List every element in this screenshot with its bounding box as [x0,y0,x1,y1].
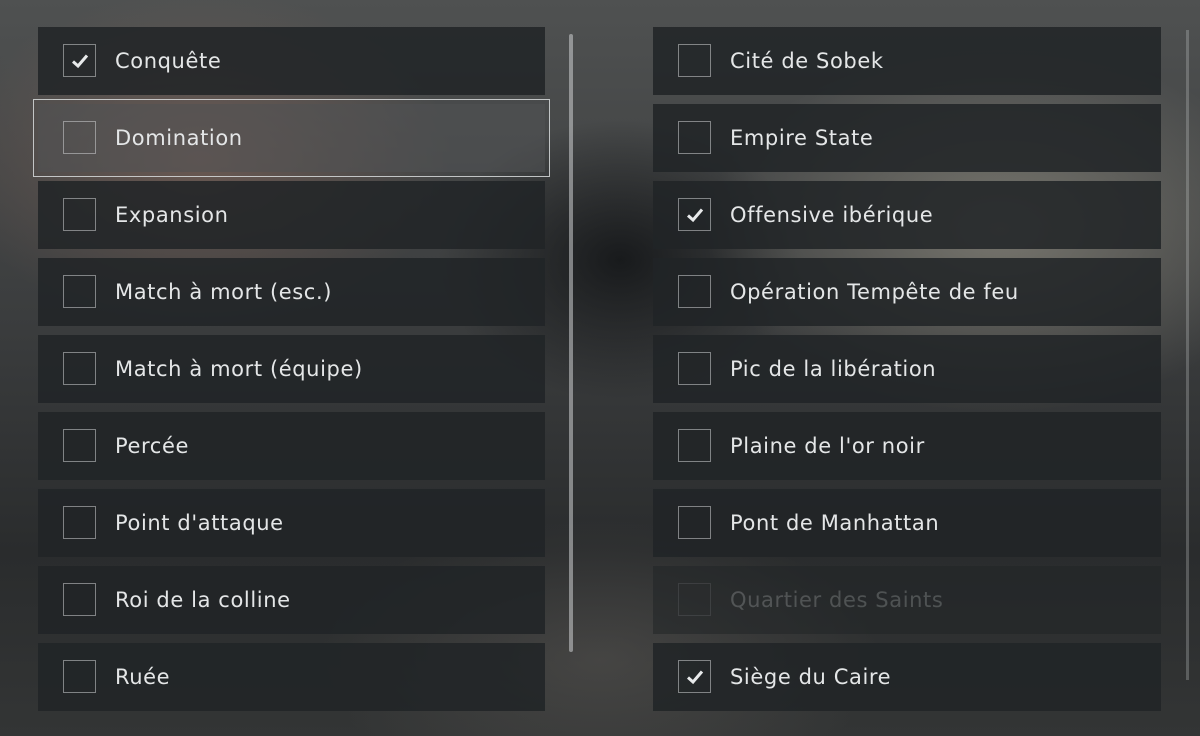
checkmark-icon [686,670,703,684]
map-row[interactable]: Cité de Sobek [653,27,1161,95]
checkbox-icon[interactable] [678,44,711,77]
checkbox-icon[interactable] [63,506,96,539]
game-mode-label: Conquête [115,49,222,73]
map-row[interactable]: Opération Tempête de feu [653,258,1161,326]
map-list: Cité de Sobek Empire State Offensive ibé… [653,27,1161,720]
game-mode-row[interactable]: Domination [33,99,550,177]
game-mode-list: Conquête Domination Expansion Match à mo… [33,27,550,720]
game-mode-row[interactable]: Match à mort (équipe) [38,335,545,403]
map-label: Offensive ibérique [730,203,934,227]
checkbox-icon[interactable] [63,121,96,154]
game-mode-row[interactable]: Match à mort (esc.) [38,258,545,326]
game-mode-row[interactable]: Expansion [38,181,545,249]
panel-edge-divider [1186,30,1189,680]
map-row[interactable]: Offensive ibérique [653,181,1161,249]
game-mode-row[interactable]: Roi de la colline [38,566,545,634]
game-mode-row[interactable]: Conquête [38,27,545,95]
list-scrollbar[interactable] [569,34,573,652]
map-row[interactable]: Plaine de l'or noir [653,412,1161,480]
map-label: Plaine de l'or noir [730,434,925,458]
checkbox-icon [678,583,711,616]
checkbox-icon[interactable] [678,506,711,539]
game-mode-label: Expansion [115,203,229,227]
checkbox-icon[interactable] [678,429,711,462]
checkbox-icon[interactable] [678,275,711,308]
game-mode-label: Percée [115,434,189,458]
map-row[interactable]: Pont de Manhattan [653,489,1161,557]
map-row: Quartier des Saints [653,566,1161,634]
game-mode-label: Domination [115,126,243,150]
game-mode-row[interactable]: Ruée [38,643,545,711]
checkmark-icon [686,208,703,222]
map-label: Opération Tempête de feu [730,280,1019,304]
checkbox-icon[interactable] [63,275,96,308]
game-mode-label: Match à mort (esc.) [115,280,333,304]
checkbox-icon[interactable] [678,198,711,231]
map-row[interactable]: Siège du Caire [653,643,1161,711]
checkmark-icon [71,54,88,68]
game-mode-label: Point d'attaque [115,511,284,535]
checkbox-icon[interactable] [63,352,96,385]
checkbox-icon[interactable] [678,660,711,693]
game-mode-label: Roi de la colline [115,588,291,612]
map-row[interactable]: Empire State [653,104,1161,172]
map-label: Empire State [730,126,874,150]
checkbox-icon[interactable] [63,44,96,77]
checkbox-icon[interactable] [63,429,96,462]
checkbox-icon[interactable] [678,352,711,385]
map-label: Cité de Sobek [730,49,884,73]
map-label: Quartier des Saints [730,588,944,612]
map-label: Pic de la libération [730,357,937,381]
map-row[interactable]: Pic de la libération [653,335,1161,403]
map-label: Siège du Caire [730,665,892,689]
checkbox-icon[interactable] [63,660,96,693]
game-mode-label: Ruée [115,665,171,689]
checkbox-icon[interactable] [678,121,711,154]
game-mode-row[interactable]: Percée [38,412,545,480]
map-label: Pont de Manhattan [730,511,940,535]
checkbox-icon[interactable] [63,583,96,616]
game-mode-row[interactable]: Point d'attaque [38,489,545,557]
checkbox-icon[interactable] [63,198,96,231]
game-mode-label: Match à mort (équipe) [115,357,363,381]
